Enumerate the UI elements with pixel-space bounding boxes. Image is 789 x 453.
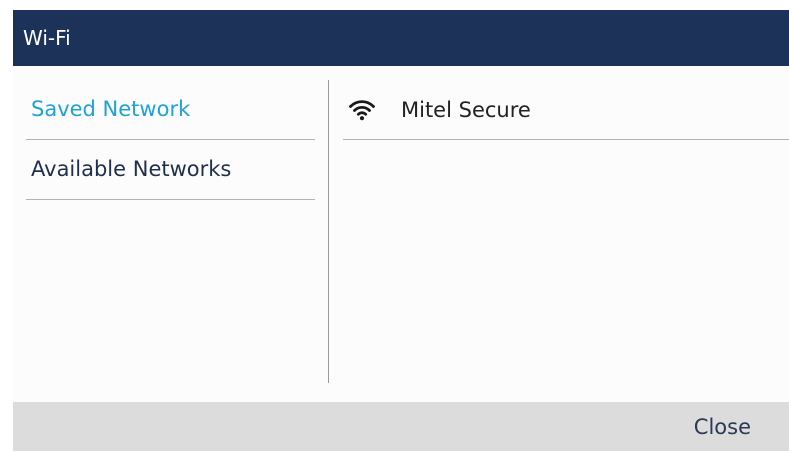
wifi-icon	[349, 99, 375, 120]
wifi-menu: Saved Network Available Networks	[26, 80, 315, 200]
menu-item-available-networks[interactable]: Available Networks	[26, 140, 315, 200]
network-name: Mitel Secure	[401, 97, 531, 122]
network-list: Mitel Secure	[343, 80, 789, 140]
wifi-screen: Wi-Fi Saved Network Available Networks M…	[13, 10, 789, 451]
menu-item-saved-network[interactable]: Saved Network	[26, 80, 315, 140]
pane-divider	[328, 80, 329, 383]
page-title: Wi-Fi	[13, 10, 789, 66]
network-row-mitel-secure[interactable]: Mitel Secure	[343, 80, 789, 140]
close-button[interactable]: Close	[694, 402, 751, 451]
softkey-bar: Close	[13, 402, 789, 451]
